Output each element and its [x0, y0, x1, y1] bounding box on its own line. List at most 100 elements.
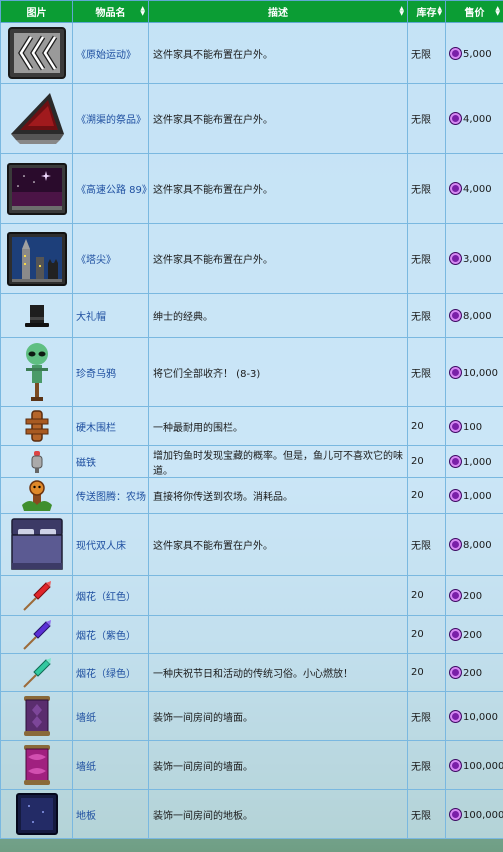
table-row: 《溯渠的祭品》 这件家具不能布置在户外。 无限 4,000	[0, 83, 503, 154]
item-price: 200	[445, 575, 503, 616]
item-stock: 无限	[407, 789, 446, 839]
qi-coin-icon	[449, 112, 462, 125]
item-name[interactable]: 磁铁	[72, 445, 149, 478]
sort-icon[interactable]: ▲ ▼	[140, 6, 145, 17]
item-stock: 20	[407, 653, 446, 692]
item-name[interactable]: 地板	[72, 789, 149, 839]
green-firework-icon	[22, 657, 51, 688]
item-name[interactable]: 《高速公路 89》	[72, 153, 152, 224]
item-price: 100	[445, 406, 503, 446]
top-hat-icon	[24, 304, 49, 327]
item-name[interactable]: 烟花（紫色）	[72, 615, 149, 654]
table-row: 《塔尖》 这件家具不能布置在户外。 无限 3,000	[0, 223, 503, 294]
item-stock: 20	[407, 445, 446, 478]
item-price: 1,000	[445, 477, 503, 514]
item-desc: 装饰一间房间的墙面。	[148, 740, 408, 790]
item-name[interactable]: 传送图腾：农场	[72, 477, 149, 514]
item-name[interactable]: 《塔尖》	[72, 223, 149, 294]
table-row: 烟花（绿色） 一种庆祝节日和活动的传统习俗。小心燃放！ 20 200	[0, 653, 503, 692]
item-desc: 将它们全部收齐！ (8-3)	[148, 337, 408, 407]
qi-coin-icon	[449, 46, 462, 60]
sort-icon[interactable]: ▲ ▼	[495, 6, 500, 17]
col-header-name[interactable]: 物品名 ▲ ▼	[72, 0, 149, 23]
item-desc: 一种最耐用的围栏。	[148, 406, 408, 446]
item-name[interactable]: 《溯渠的祭品》	[72, 83, 149, 154]
item-price: 8,000	[445, 513, 503, 576]
item-price: 4,000	[445, 83, 503, 154]
item-stock: 20	[407, 406, 446, 446]
qi-coin-icon	[449, 489, 462, 502]
table-row: 地板 装饰一间房间的地板。 无限 100,000	[0, 789, 503, 839]
sort-icon[interactable]: ▲ ▼	[437, 6, 442, 17]
item-name[interactable]: 墙纸	[72, 691, 149, 741]
item-desc: 绅士的经典。	[148, 293, 408, 338]
item-price: 100,000	[445, 740, 503, 790]
item-price: 4,000	[445, 153, 503, 224]
col-header-stock[interactable]: 库存 ▲ ▼	[407, 0, 446, 23]
magnet-bait-icon	[31, 450, 42, 473]
table-row: 墙纸 装饰一间房间的墙面。 无限 10,000	[0, 691, 503, 741]
magenta-wallpaper-icon	[23, 745, 50, 785]
col-header-price[interactable]: 售价 ▲ ▼	[445, 0, 503, 23]
table-row: 《高速公路 89》 这件家具不能布置在户外。 无限 4,000	[0, 153, 503, 224]
item-name[interactable]: 现代双人床	[72, 513, 149, 576]
item-desc: 一种庆祝节日和活动的传统习俗。小心燃放！	[148, 653, 408, 692]
red-triangle-painting-icon	[10, 92, 64, 144]
item-stock: 无限	[407, 223, 446, 294]
item-stock: 无限	[407, 293, 446, 338]
item-stock: 无限	[407, 22, 446, 84]
item-desc	[148, 615, 408, 654]
item-price: 200	[445, 653, 503, 692]
item-desc: 增加钓鱼时发现宝藏的概率。但是，鱼儿可不喜欢它的味道。	[148, 445, 408, 478]
qi-coin-icon	[449, 589, 462, 602]
item-name[interactable]: 墙纸	[72, 740, 149, 790]
item-stock: 无限	[407, 83, 446, 154]
item-desc: 直接将你传送到农场。消耗品。	[148, 477, 408, 514]
item-name[interactable]: 《原始运动》	[72, 22, 149, 84]
header-row: 图片 物品名 ▲ ▼ 描述 ▲ ▼ 库存 ▲ ▼ 售价 ▲ ▼	[0, 0, 503, 23]
table-row: 大礼帽 绅士的经典。 无限 8,000	[0, 293, 503, 338]
item-price: 100,000	[445, 789, 503, 839]
qi-coin-icon	[449, 182, 462, 195]
table-row: 传送图腾：农场 直接将你传送到农场。消耗品。 20 1,000	[0, 477, 503, 514]
item-stock: 无限	[407, 337, 446, 407]
table-row: 磁铁 增加钓鱼时发现宝藏的概率。但是，鱼儿可不喜欢它的味道。 20 1,000	[0, 445, 503, 478]
sort-icon[interactable]: ▲ ▼	[399, 6, 404, 17]
qi-coin-icon	[449, 628, 462, 641]
col-header-desc[interactable]: 描述 ▲ ▼	[148, 0, 408, 23]
qi-coin-icon	[449, 309, 462, 322]
item-price: 3,000	[445, 223, 503, 294]
item-price: 10,000	[445, 691, 503, 741]
item-name[interactable]: 烟花（绿色）	[72, 653, 149, 692]
item-name[interactable]: 珍奇乌鸦	[72, 337, 149, 407]
spires-painting-icon	[6, 231, 67, 286]
item-price: 10,000	[445, 337, 503, 407]
item-name[interactable]: 硬木围栏	[72, 406, 149, 446]
farm-totem-icon	[21, 479, 52, 511]
hardwood-fence-icon	[25, 410, 48, 442]
col-header-image: 图片	[0, 0, 73, 23]
table-row: 现代双人床 这件家具不能布置在户外。 无限 8,000	[0, 513, 503, 576]
table-row: 墙纸 装饰一间房间的墙面。 无限 100,000	[0, 740, 503, 790]
qi-coin-icon	[449, 709, 462, 723]
night-sky-painting-icon	[6, 162, 67, 215]
table-row: 《原始运动》 这件家具不能布置在户外。 无限 5,000	[0, 22, 503, 84]
shop-table: 图片 物品名 ▲ ▼ 描述 ▲ ▼ 库存 ▲ ▼ 售价 ▲ ▼ 《原始运动》 这…	[0, 0, 503, 839]
double-bed-icon	[10, 517, 63, 570]
item-desc: 这件家具不能布置在户外。	[148, 22, 408, 84]
item-name[interactable]: 烟花（红色）	[72, 575, 149, 616]
qi-coin-icon	[449, 365, 462, 379]
retro-arrows-painting-icon	[7, 27, 66, 79]
item-price: 1,000	[445, 445, 503, 478]
qi-coin-icon	[449, 666, 462, 679]
item-desc: 这件家具不能布置在户外。	[148, 83, 408, 154]
qi-coin-icon	[449, 538, 462, 551]
item-price: 200	[445, 615, 503, 654]
item-stock: 无限	[407, 691, 446, 741]
qi-coin-icon	[449, 807, 462, 821]
qi-coin-icon	[449, 252, 462, 265]
item-name[interactable]: 大礼帽	[72, 293, 149, 338]
item-desc: 装饰一间房间的地板。	[148, 789, 408, 839]
red-firework-icon	[22, 580, 51, 611]
item-stock: 20	[407, 575, 446, 616]
